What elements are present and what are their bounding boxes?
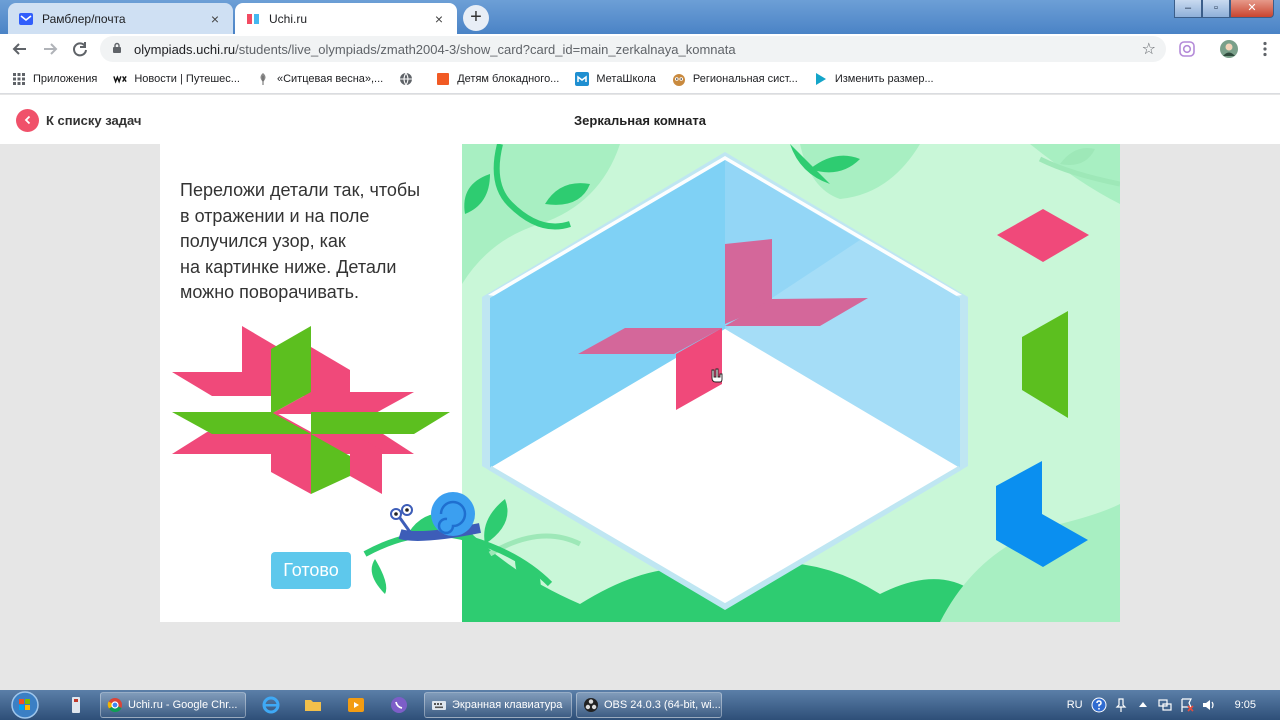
action-center-flag-icon[interactable] (1179, 697, 1195, 713)
network-icon[interactable] (1157, 697, 1173, 713)
lock-icon (112, 42, 126, 57)
task-card: Переложи детали так, чтобы в отражении и… (160, 144, 1120, 622)
taskbar-task-label: Uchi.ru - Google Chr... (128, 699, 238, 711)
apps-grid-icon (12, 72, 26, 86)
viber-icon[interactable] (389, 695, 409, 715)
bookmark-metaschool[interactable]: МетаШкола (575, 71, 656, 86)
close-window-button[interactable]: ✕ (1230, 0, 1274, 18)
wix-icon (113, 72, 128, 86)
tab-title: Рамблер/почта (42, 11, 126, 26)
new-tab-button[interactable]: + (463, 5, 489, 31)
orange-square-icon (436, 72, 450, 86)
usb-device-icon[interactable] (66, 695, 86, 715)
uchi-logo-icon (245, 11, 261, 27)
bookmark-label: Новости | Путешес... (134, 72, 240, 85)
minimize-button[interactable]: – (1174, 0, 1202, 18)
taskbar-onscreen-keyboard[interactable]: Экранная клавиатура (424, 692, 572, 718)
volume-icon[interactable] (1201, 697, 1217, 713)
play-triangle-icon (814, 72, 828, 86)
language-indicator[interactable]: RU (1067, 699, 1083, 711)
instagram-extension-icon[interactable] (1178, 40, 1196, 58)
bookmark-label: Приложения (33, 72, 98, 85)
instruction-line: Переложи детали так, чтобы (180, 180, 421, 200)
taskbar-task-label: Экранная клавиатура (452, 699, 563, 711)
metaschool-icon (575, 71, 590, 86)
help-icon[interactable] (1091, 697, 1107, 713)
file-explorer-icon[interactable] (303, 695, 323, 715)
tab-rambler-mail[interactable]: Рамблер/почта × (8, 3, 233, 34)
bookmarks-bar: Приложения Новости | Путешес... «Ситцева… (0, 64, 1280, 94)
taskbar-chrome[interactable]: Uchi.ru - Google Chr... (100, 692, 246, 718)
maximize-button[interactable]: ▫ (1202, 0, 1230, 18)
windows-taskbar: Uchi.ru - Google Chr... Экранная клавиат… (0, 690, 1280, 720)
bookmark-children[interactable]: Детям блокадного... (436, 72, 559, 86)
owl-icon (672, 72, 686, 86)
browser-toolbar: olympiads.uchi.ru/students/live_olympiad… (0, 34, 1280, 64)
instruction-line: можно поворачивать. (180, 282, 359, 302)
system-tray: RU 9:05 (1067, 690, 1280, 720)
obs-icon (583, 697, 599, 713)
bookmark-regional[interactable]: Региональная сист... (672, 72, 798, 86)
url-host: olympiads.uchi.ru (134, 41, 236, 57)
media-player-icon[interactable] (346, 695, 366, 715)
bookmark-spring[interactable]: «Ситцевая весна»,... (256, 72, 383, 86)
show-hidden-icons-arrow[interactable] (1135, 697, 1151, 713)
browser-menu-icon[interactable] (1256, 40, 1274, 58)
instruction-line: получился узор, как (180, 231, 346, 251)
instruction-line: в отражении и на поле (180, 205, 370, 226)
page-header: К списку задач Зеркальная комната (0, 95, 1280, 144)
pin-icon[interactable] (1113, 697, 1129, 713)
instruction-line: на картинке ниже. Детали (180, 256, 397, 277)
start-button[interactable] (8, 690, 42, 720)
bookmark-label: «Ситцевая весна»,... (276, 72, 384, 85)
sample-pattern (172, 326, 450, 494)
profile-avatar[interactable] (1220, 40, 1238, 58)
bookmark-globe[interactable] (399, 72, 420, 86)
url-path: /students/live_olympiads/zmath2004-3/sho… (235, 41, 736, 57)
task-instructions: Переложи детали так, чтобы в отражении и… (180, 178, 460, 306)
keyboard-icon (431, 697, 447, 713)
bookmark-resize[interactable]: Изменить размер... (814, 72, 934, 86)
bookmark-label: МетаШкола (596, 72, 656, 85)
window-controls: – ▫ ✕ (1174, 0, 1274, 18)
feather-icon (256, 72, 270, 86)
bookmark-label: Региональная сист... (692, 72, 798, 85)
globe-icon (399, 72, 413, 86)
back-arrow-icon[interactable] (10, 39, 30, 59)
bookmark-news[interactable]: Новости | Путешес... (113, 72, 240, 86)
bookmark-star-icon[interactable]: ☆ (1142, 39, 1156, 59)
mail-icon (18, 11, 34, 27)
taskbar-clock[interactable]: 9:05 (1235, 699, 1256, 711)
done-button[interactable]: Готово (271, 552, 351, 589)
close-tab-icon[interactable]: × (431, 11, 447, 27)
bookmark-label: Изменить размер... (834, 72, 934, 85)
reload-icon[interactable] (70, 39, 90, 59)
forward-arrow-icon[interactable] (40, 39, 60, 59)
bookmark-label: Детям блокадного... (457, 72, 560, 85)
close-tab-icon[interactable]: × (207, 11, 223, 27)
page-title: Зеркальная комната (574, 113, 706, 128)
chrome-icon (107, 697, 123, 713)
taskbar-task-label: OBS 24.0.3 (64-bit, wi... (604, 699, 721, 711)
address-bar[interactable]: olympiads.uchi.ru/students/live_olympiad… (100, 36, 1166, 62)
taskbar-obs[interactable]: OBS 24.0.3 (64-bit, wi... (576, 692, 722, 718)
tab-title: Uchi.ru (269, 11, 308, 26)
bookmark-apps[interactable]: Приложения (12, 72, 97, 86)
tab-uchi-ru[interactable]: Uchi.ru × (235, 3, 457, 34)
browser-tab-strip: Рамблер/почта × Uchi.ru × + – ▫ ✕ (0, 0, 1280, 34)
internet-explorer-icon[interactable] (261, 695, 281, 715)
